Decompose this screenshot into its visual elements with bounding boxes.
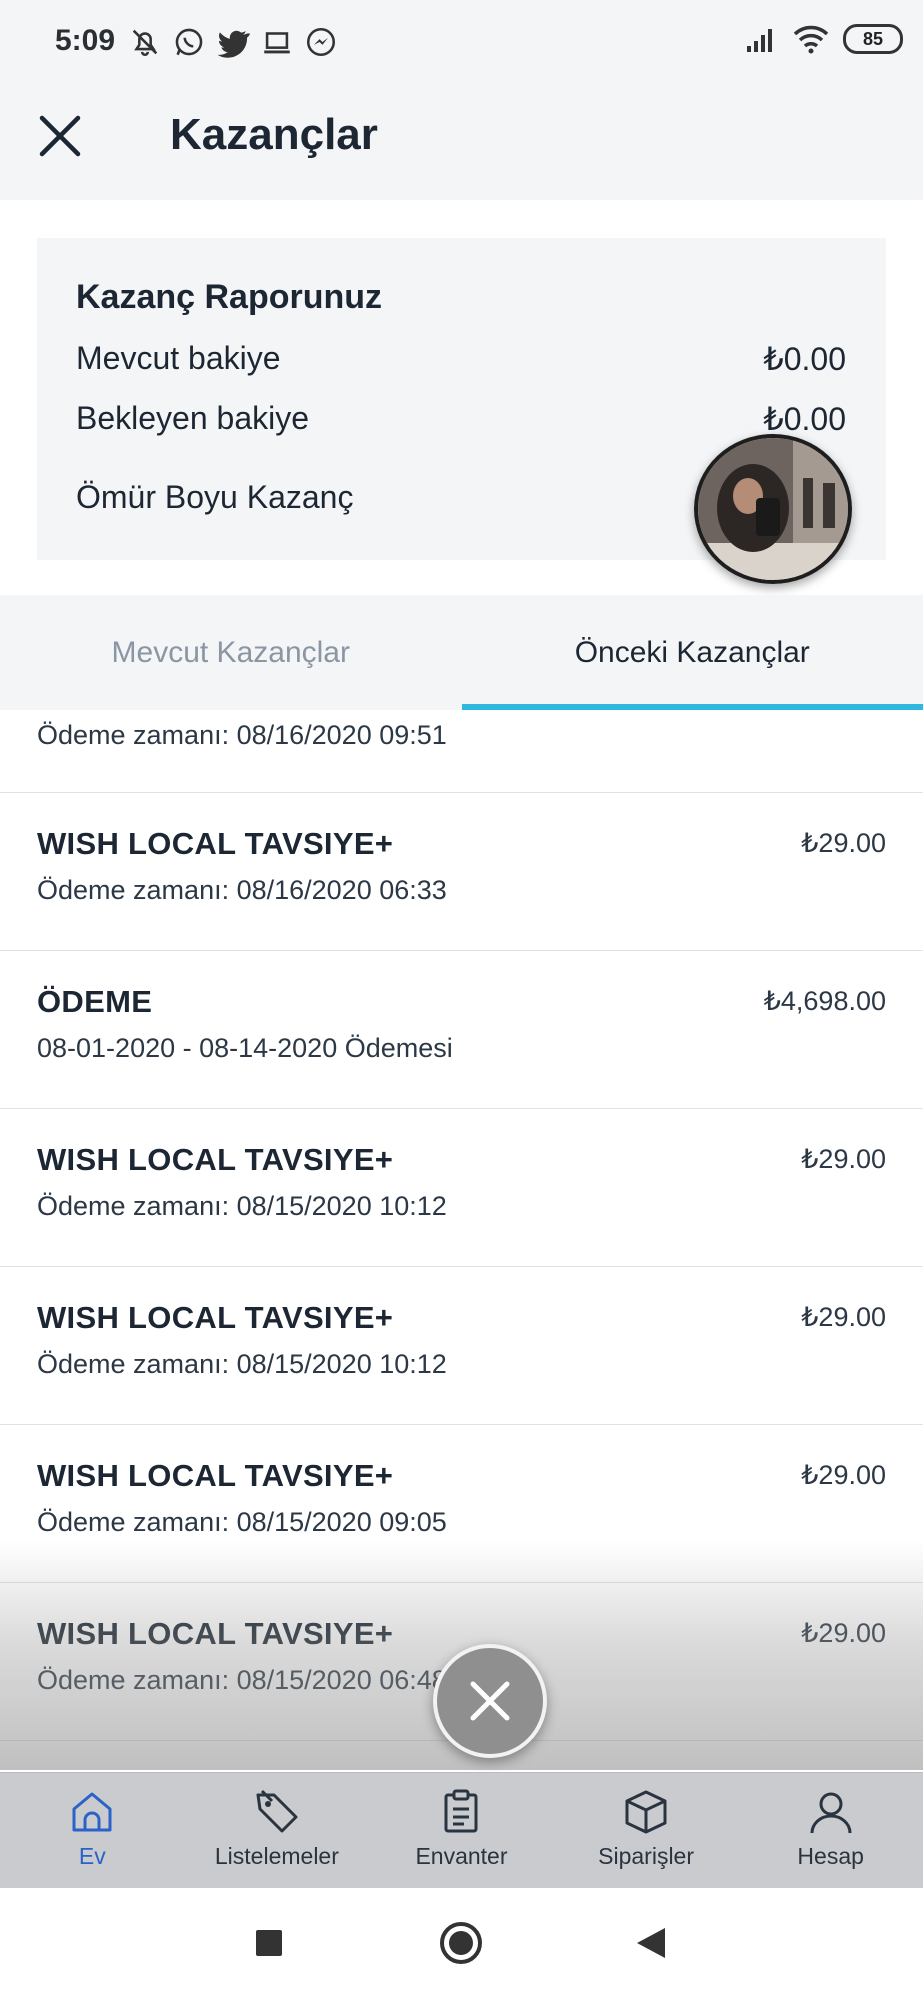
status-bar: 5:09 85 (0, 0, 923, 84)
app-header: Kazançlar (0, 84, 923, 200)
tab-previous-earnings[interactable]: Önceki Kazançlar (461, 595, 923, 710)
notification-icons (128, 24, 338, 60)
messenger-icon (306, 27, 336, 57)
twitter-icon (217, 30, 250, 58)
item-title: WISH LOCAL TAVSIYE+ (37, 1616, 394, 1651)
close-icon (470, 1681, 510, 1721)
pending-balance-label: Bekleyen bakiye (76, 400, 310, 436)
system-status-icons: 85 (745, 24, 903, 54)
wifi-icon (793, 25, 829, 54)
earnings-list: Ödeme zamanı: 08/16/2020 09:51 WISH LOCA… (0, 710, 923, 1741)
back-triangle-icon (637, 1928, 665, 1958)
item-amount: ₺29.00 (801, 1618, 886, 1648)
box-icon (625, 1790, 667, 1834)
nav-item-orders[interactable]: Siparişler (554, 1773, 739, 1888)
signal-icon (747, 29, 772, 52)
nav-label-home: Ev (78, 1843, 106, 1869)
item-subtitle: Ödeme zamanı: 08/15/2020 10:12 (37, 1349, 447, 1379)
system-nav-bar (0, 1888, 923, 2000)
battery-icon: 85 (843, 24, 903, 54)
item-title: WISH LOCAL TAVSIYE+ (37, 826, 394, 861)
bottom-nav: Ev Listelemeler Envanter Siparişler Hesa… (0, 1772, 923, 1888)
report-title: Kazanç Raporunuz (76, 278, 383, 316)
item-subtitle: Ödeme zamanı: 08/15/2020 09:05 (37, 1507, 447, 1537)
current-balance-value: ₺0.00 (763, 341, 846, 377)
whatsapp-icon (175, 28, 203, 56)
current-balance-label: Mevcut bakiye (76, 340, 281, 376)
battery-level: 85 (862, 28, 884, 49)
item-amount: ₺29.00 (801, 1302, 886, 1332)
tab-current-earnings-label: Mevcut Kazançlar (111, 635, 350, 669)
current-balance-row: Mevcut bakiye ₺0.00 (76, 340, 846, 378)
list-item[interactable]: Ödeme zamanı: 08/16/2020 09:51 (0, 710, 923, 793)
tag-icon (256, 1789, 298, 1833)
item-subtitle: Ödeme zamanı: 08/15/2020 10:12 (37, 1191, 447, 1221)
pending-balance-value: ₺0.00 (763, 401, 846, 437)
chat-head-avatar[interactable] (694, 434, 852, 584)
list-item[interactable]: ÖDEME 08-01-2020 - 08-14-2020 Ödemesi ₺4… (0, 951, 923, 1109)
home-icon (72, 1792, 112, 1832)
laptop-icon (264, 32, 290, 54)
square-icon (256, 1930, 282, 1956)
nav-label-listings: Listelemeler (214, 1843, 339, 1869)
list-item[interactable]: WISH LOCAL TAVSIYE+ Ödeme zamanı: 08/16/… (0, 793, 923, 951)
item-amount: ₺29.00 (801, 1460, 886, 1490)
nav-label-inventory: Envanter (415, 1843, 508, 1869)
item-subtitle: Ödeme zamanı: 08/15/2020 06:48 (37, 1665, 447, 1695)
item-title: WISH LOCAL TAVSIYE+ (37, 1142, 394, 1177)
tab-current-earnings[interactable]: Mevcut Kazançlar (0, 595, 462, 710)
item-title: ÖDEME (37, 984, 153, 1019)
list-item[interactable]: WISH LOCAL TAVSIYE+ Ödeme zamanı: 08/15/… (0, 1267, 923, 1425)
bell-muted-icon (132, 29, 158, 56)
dismiss-chat-head-button[interactable] (433, 1644, 547, 1758)
back-button[interactable] (626, 1918, 676, 1968)
nav-item-account[interactable]: Hesap (738, 1773, 923, 1888)
pending-balance-row: Bekleyen bakiye ₺0.00 (76, 400, 846, 438)
item-title: WISH LOCAL TAVSIYE+ (37, 1300, 394, 1335)
tab-previous-earnings-label: Önceki Kazançlar (574, 635, 810, 669)
item-subtitle: Ödeme zamanı: 08/16/2020 09:51 (37, 720, 447, 750)
page-title: Kazançlar (170, 110, 378, 159)
lifetime-earnings-label: Ömür Boyu Kazanç (76, 479, 354, 515)
recents-button[interactable] (244, 1918, 294, 1968)
home-system-button[interactable] (436, 1918, 486, 1968)
nav-label-account: Hesap (797, 1843, 864, 1869)
close-icon (39, 115, 81, 157)
clipboard-icon (444, 1789, 478, 1833)
list-item[interactable]: WISH LOCAL TAVSIYE+ Ödeme zamanı: 08/15/… (0, 1109, 923, 1267)
nav-label-orders: Siparişler (598, 1843, 695, 1869)
status-time: 5:09 (55, 24, 116, 57)
close-button[interactable] (34, 110, 86, 162)
nav-item-listings[interactable]: Listelemeler (185, 1773, 370, 1888)
list-item[interactable]: WISH LOCAL TAVSIYE+ Ödeme zamanı: 08/15/… (0, 1425, 923, 1583)
item-subtitle: 08-01-2020 - 08-14-2020 Ödemesi (37, 1033, 453, 1063)
nav-item-home[interactable]: Ev (0, 1773, 185, 1888)
item-subtitle: Ödeme zamanı: 08/16/2020 06:33 (37, 875, 447, 905)
item-title: WISH LOCAL TAVSIYE+ (37, 1458, 394, 1493)
item-amount: ₺4,698.00 (763, 986, 886, 1016)
person-icon (810, 1792, 852, 1834)
item-amount: ₺29.00 (801, 1144, 886, 1174)
item-amount: ₺29.00 (801, 828, 886, 858)
nav-item-inventory[interactable]: Envanter (369, 1773, 554, 1888)
circle-icon (440, 1922, 482, 1964)
earnings-tabs: Mevcut Kazançlar Önceki Kazançlar (0, 595, 923, 710)
